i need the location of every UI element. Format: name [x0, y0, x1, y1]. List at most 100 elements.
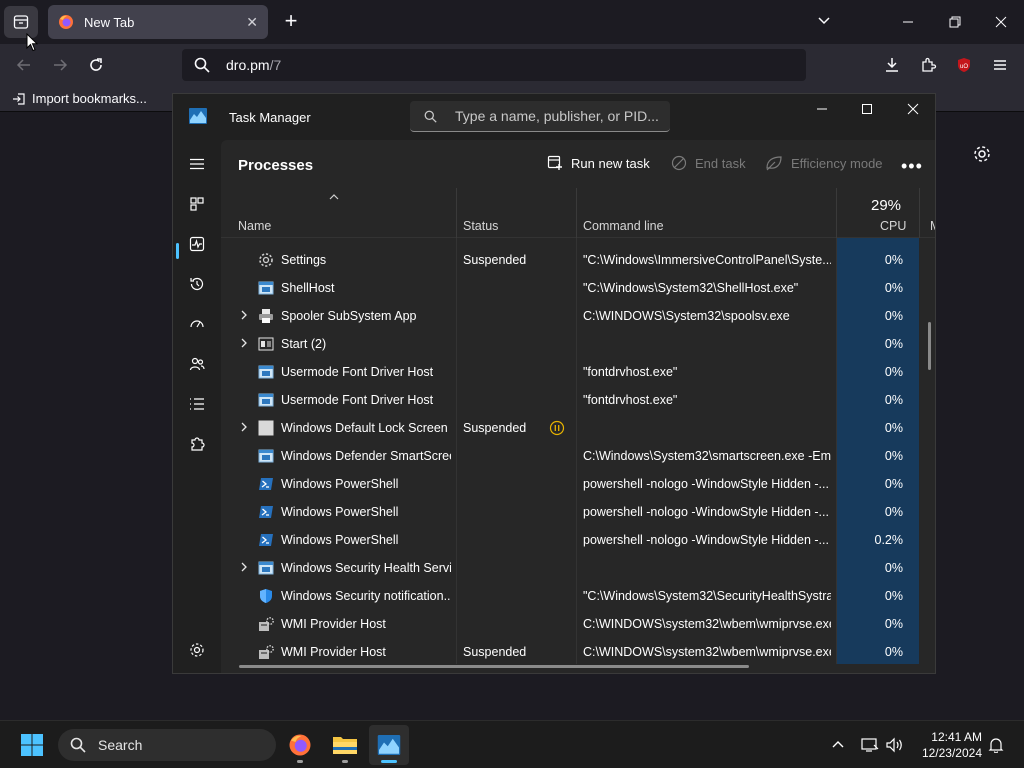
- process-row[interactable]: Windows Security Health Servi... 0%: [221, 554, 935, 582]
- column-divider[interactable]: [456, 188, 457, 238]
- column-headers: Name Status Command line 29% CPU M: [221, 188, 935, 238]
- chevron-right-icon[interactable]: [238, 561, 250, 573]
- bell-icon: [988, 738, 1004, 753]
- column-command-line[interactable]: Command line: [583, 219, 664, 233]
- process-search-input[interactable]: Type a name, publisher, or PID...: [410, 101, 670, 132]
- column-divider[interactable]: [919, 188, 920, 238]
- process-cpu: 0%: [884, 393, 903, 407]
- speaker-icon: [886, 737, 902, 753]
- horizontal-scrollbar[interactable]: [239, 665, 749, 668]
- nav-details[interactable]: [185, 392, 209, 416]
- process-name: Windows PowerShell: [281, 505, 399, 519]
- process-row[interactable]: Windows Defender SmartScreen C:\Windows\S…: [221, 442, 935, 470]
- task-manager-window: Task Manager Type a name, publisher, or …: [172, 93, 936, 674]
- column-divider[interactable]: [576, 188, 577, 238]
- process-row[interactable]: ShellHost "C:\Windows\System32\ShellHost.…: [221, 274, 935, 302]
- task-manager-logo-icon: [377, 735, 401, 755]
- reload-button[interactable]: [84, 53, 108, 77]
- minimize-browser-button[interactable]: [896, 10, 920, 34]
- ublock-extension-button[interactable]: uO: [952, 53, 976, 77]
- nav-menu-button[interactable]: [185, 152, 209, 176]
- run-new-task-button[interactable]: Run new task: [547, 155, 650, 171]
- process-row[interactable]: WMI Provider Host C:\WINDOWS\system32\wbe…: [221, 610, 935, 638]
- column-status[interactable]: Status: [463, 219, 498, 233]
- column-memory-partial[interactable]: M: [930, 219, 935, 233]
- tm-close-button[interactable]: [898, 98, 928, 120]
- process-row[interactable]: Usermode Font Driver Host "fontdrvhost.ex…: [221, 358, 935, 386]
- url-path: /7: [269, 57, 282, 73]
- end-task-button[interactable]: End task: [671, 155, 746, 171]
- forward-button[interactable]: [48, 53, 72, 77]
- tab-new-tab[interactable]: New Tab ✕: [48, 5, 268, 39]
- clock-date: 12/23/2024: [921, 746, 982, 760]
- nav-app-history[interactable]: [185, 272, 209, 296]
- column-cpu[interactable]: CPU: [880, 219, 906, 233]
- wmi-icon: [259, 617, 274, 631]
- nav-services[interactable]: [185, 432, 209, 456]
- gear-icon: [974, 146, 990, 162]
- folder-icon: [333, 737, 357, 754]
- chevron-right-icon[interactable]: [238, 337, 250, 349]
- task-manager-title: Task Manager: [229, 110, 311, 125]
- process-command-line: C:\WINDOWS\system32\wbem\wmiprvse.exe: [583, 645, 831, 659]
- nav-processes[interactable]: [185, 192, 209, 216]
- new-tab-settings-button[interactable]: [972, 144, 992, 169]
- url-bar[interactable]: dro.pm/7: [182, 49, 806, 81]
- process-row[interactable]: Usermode Font Driver Host "fontdrvhost.ex…: [221, 386, 935, 414]
- processes-header: Processes Run new task End task Efficien…: [221, 140, 935, 188]
- process-row[interactable]: Settings Suspended "C:\Windows\ImmersiveCo…: [221, 246, 935, 274]
- import-bookmarks-button[interactable]: Import bookmarks...: [12, 91, 147, 106]
- app-menu-button[interactable]: [988, 53, 1012, 77]
- process-cpu: 0%: [884, 309, 903, 323]
- process-row[interactable]: Start (2) 0%: [221, 330, 935, 358]
- network-button[interactable]: [860, 735, 880, 755]
- chevron-right-icon[interactable]: [238, 421, 250, 433]
- taskbar-file-explorer[interactable]: [325, 725, 365, 765]
- efficiency-mode-button[interactable]: Efficiency mode: [765, 155, 883, 171]
- column-name[interactable]: Name: [238, 219, 271, 233]
- process-row[interactable]: Spooler SubSystem App C:\WINDOWS\System32…: [221, 302, 935, 330]
- taskbar-clock[interactable]: 12:41 AM 12/23/2024: [914, 729, 982, 761]
- run-new-task-label: Run new task: [571, 155, 650, 171]
- process-row[interactable]: Windows PowerShell powershell -nologo -Wi…: [221, 526, 935, 554]
- nav-users[interactable]: [185, 352, 209, 376]
- downloads-button[interactable]: [880, 53, 904, 77]
- close-browser-button[interactable]: [989, 10, 1013, 34]
- extensions-button[interactable]: [917, 53, 941, 77]
- notifications-button[interactable]: [986, 735, 1006, 755]
- new-tab-button[interactable]: +: [280, 10, 302, 32]
- back-button[interactable]: [12, 53, 36, 77]
- tm-minimize-button[interactable]: [807, 98, 837, 120]
- taskbar-firefox[interactable]: [280, 725, 320, 765]
- column-divider[interactable]: [836, 188, 837, 238]
- show-hidden-icons-button[interactable]: [828, 735, 848, 755]
- speedometer-icon: [190, 320, 204, 328]
- running-indicator: [297, 760, 303, 763]
- volume-button[interactable]: [885, 735, 905, 755]
- restore-browser-button[interactable]: [943, 10, 967, 34]
- sort-ascending-icon: [329, 194, 339, 200]
- vertical-scrollbar[interactable]: [928, 322, 931, 370]
- process-row[interactable]: Windows Default Lock Screen ... Suspended…: [221, 414, 935, 442]
- process-row[interactable]: Windows Security notification... "C:\Wind…: [221, 582, 935, 610]
- more-options-button[interactable]: •••: [901, 156, 923, 177]
- close-tab-icon[interactable]: ✕: [246, 14, 258, 31]
- chevron-right-icon[interactable]: [238, 309, 250, 321]
- windows-start-icon[interactable]: [20, 733, 44, 757]
- import-icon: [13, 92, 25, 105]
- nav-startup-apps[interactable]: [185, 312, 209, 336]
- nav-performance[interactable]: [185, 232, 209, 256]
- nav-settings[interactable]: [185, 638, 209, 662]
- efficiency-mode-label: Efficiency mode: [791, 155, 883, 171]
- list-all-tabs-button[interactable]: [816, 12, 832, 33]
- process-row[interactable]: Windows PowerShell powershell -nologo -Wi…: [221, 498, 935, 526]
- taskbar: Search 12:41 AM 12/23/2024: [0, 720, 1024, 768]
- taskbar-task-manager[interactable]: [369, 725, 409, 765]
- taskbar-search[interactable]: Search: [58, 729, 276, 761]
- tm-maximize-button[interactable]: [852, 98, 882, 120]
- process-row[interactable]: WMI Provider Host Suspended C:\WINDOWS\sys…: [221, 638, 935, 664]
- process-cpu: 0%: [884, 589, 903, 603]
- minimize-icon: [903, 21, 913, 23]
- puzzle-icon: [922, 57, 937, 72]
- process-row[interactable]: Windows PowerShell powershell -nologo -Wi…: [221, 470, 935, 498]
